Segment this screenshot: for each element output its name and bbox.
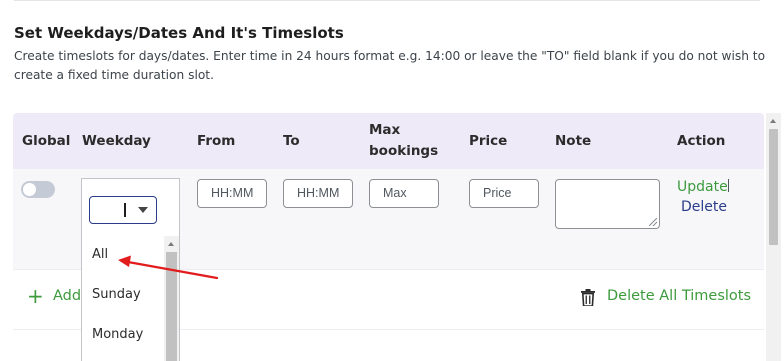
delete-link[interactable]: Delete	[681, 199, 727, 215]
dropdown-scrollbar[interactable]	[164, 236, 179, 361]
page-scroll-thumb[interactable]	[769, 129, 778, 245]
weekday-select[interactable]	[89, 196, 157, 224]
resize-grip-icon[interactable]	[649, 218, 657, 226]
weekday-dropdown-list: All Sunday Monday	[81, 236, 180, 361]
section-description: Create timeslots for days/dates. Enter t…	[14, 49, 766, 82]
max-bookings-input[interactable]: Max	[369, 179, 439, 208]
dropdown-scroll-thumb[interactable]	[166, 252, 177, 361]
header-to: To	[283, 133, 300, 149]
header-max-line2: bookings	[369, 143, 439, 159]
header-global: Global	[22, 133, 71, 149]
header-note: Note	[555, 133, 592, 149]
action-separator	[728, 179, 729, 192]
plus-icon[interactable]: +	[27, 285, 44, 307]
text-caret	[124, 203, 126, 217]
delete-all-timeslots-link[interactable]: Delete All Timeslots	[607, 288, 751, 304]
update-link[interactable]: Update	[677, 179, 728, 195]
header-from: From	[197, 133, 236, 149]
header-weekday: Weekday	[82, 133, 151, 149]
header-action: Action	[677, 133, 726, 149]
price-input[interactable]: Price	[469, 179, 539, 208]
from-time-input[interactable]: HH:MM	[197, 179, 267, 208]
chevron-down-icon	[138, 207, 148, 213]
scroll-up-arrow-icon[interactable]	[770, 119, 776, 123]
dropdown-option-monday[interactable]: Monday	[92, 327, 143, 342]
table-header: Global Weekday From To Max bookings Pric…	[13, 113, 764, 169]
trash-icon[interactable]	[581, 289, 595, 306]
page-scrollbar[interactable]	[766, 113, 781, 361]
toggle-knob	[23, 183, 36, 196]
dropdown-option-all[interactable]: All	[92, 247, 108, 262]
section-title: Set Weekdays/Dates And It's Timeslots	[14, 24, 344, 42]
top-divider	[14, 0, 760, 1]
header-max-line1: Max	[369, 122, 401, 138]
global-toggle[interactable]	[21, 181, 55, 198]
add-timeslot-link[interactable]: Add	[53, 288, 81, 304]
note-textarea[interactable]	[555, 179, 660, 229]
to-time-input[interactable]: HH:MM	[283, 179, 353, 208]
dropdown-option-sunday[interactable]: Sunday	[92, 287, 141, 302]
scroll-up-arrow-icon[interactable]	[168, 242, 174, 246]
header-price: Price	[469, 133, 508, 149]
